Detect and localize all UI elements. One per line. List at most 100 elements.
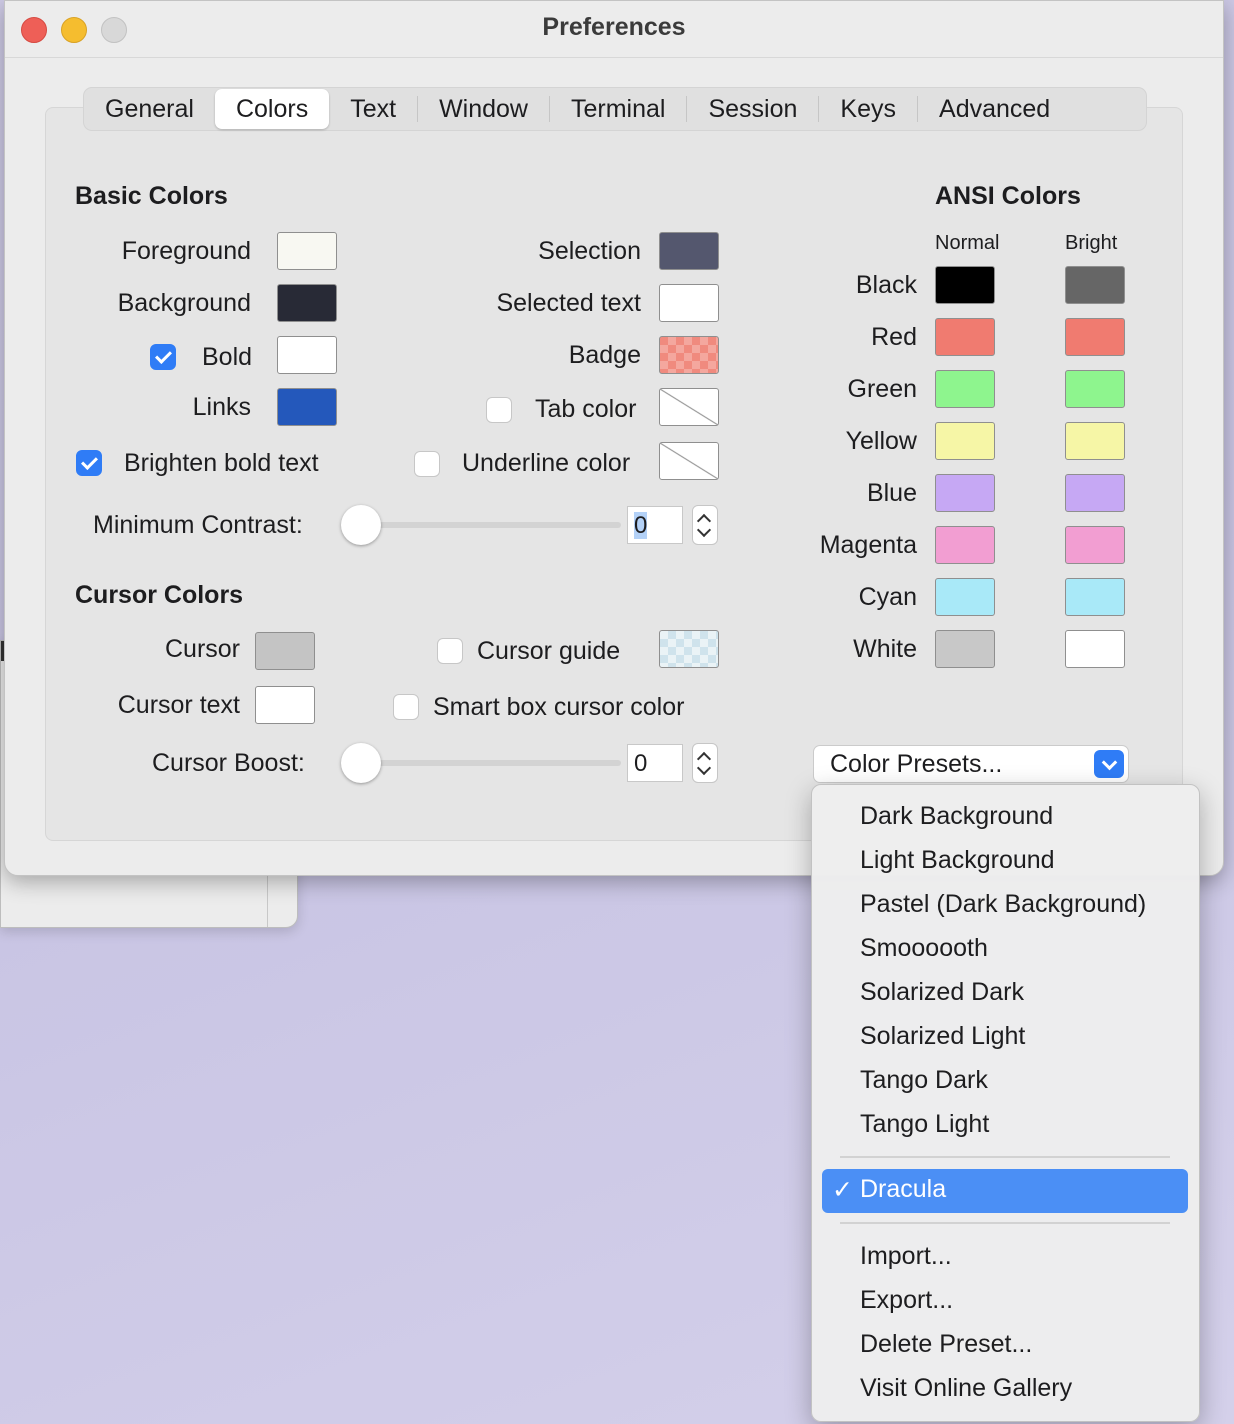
menu-item-tango-light[interactable]: Tango Light bbox=[860, 1110, 989, 1139]
ansi-green-label: Green bbox=[847, 375, 917, 403]
ansi-white-bright-swatch[interactable] bbox=[1065, 630, 1125, 668]
cursor-guide-label: Cursor guide bbox=[477, 637, 621, 665]
ansi-cyan-normal-swatch[interactable] bbox=[935, 578, 995, 616]
menu-item-smoooooth[interactable]: Smoooooth bbox=[860, 934, 988, 963]
chevron-down-icon[interactable] bbox=[696, 522, 712, 538]
smart-box-cursor-checkbox[interactable] bbox=[393, 694, 419, 720]
tab-text[interactable]: Text bbox=[329, 89, 417, 129]
cursor-boost-track[interactable] bbox=[357, 760, 621, 766]
ansi-normal-header: Normal bbox=[935, 232, 1000, 254]
ansi-green-normal-swatch[interactable] bbox=[935, 370, 995, 408]
links-swatch[interactable] bbox=[277, 388, 337, 426]
links-label: Links bbox=[192, 393, 251, 421]
menu-item-delete-preset[interactable]: Delete Preset... bbox=[860, 1330, 1032, 1359]
selection-swatch[interactable] bbox=[659, 232, 719, 270]
menu-item-dark-background[interactable]: Dark Background bbox=[860, 802, 1053, 831]
cursor-guide-checkbox[interactable] bbox=[437, 638, 463, 664]
tab-window[interactable]: Window bbox=[418, 89, 549, 129]
minimum-contrast-value: 0 bbox=[634, 512, 648, 539]
badge-swatch[interactable] bbox=[659, 336, 719, 374]
minimum-contrast-slider-knob[interactable] bbox=[341, 505, 381, 545]
ansi-black-normal-swatch[interactable] bbox=[935, 266, 995, 304]
ansi-cyan-label: Cyan bbox=[858, 583, 917, 611]
bold-swatch[interactable] bbox=[277, 336, 337, 374]
brighten-bold-checkbox[interactable] bbox=[76, 450, 102, 476]
tab-terminal[interactable]: Terminal bbox=[550, 89, 686, 129]
underline-color-swatch[interactable] bbox=[659, 442, 719, 480]
minimum-contrast-label: Minimum Contrast: bbox=[93, 511, 303, 539]
menu-item-solarized-light[interactable]: Solarized Light bbox=[860, 1022, 1025, 1051]
menu-item-solarized-dark[interactable]: Solarized Dark bbox=[860, 978, 1024, 1007]
cursor-text-swatch[interactable] bbox=[255, 686, 315, 724]
menu-item-import[interactable]: Import... bbox=[860, 1242, 952, 1271]
ansi-magenta-bright-swatch[interactable] bbox=[1065, 526, 1125, 564]
background-swatch[interactable] bbox=[277, 284, 337, 322]
ansi-magenta-label: Magenta bbox=[819, 531, 917, 559]
ansi-blue-label: Blue bbox=[866, 479, 917, 507]
minimum-contrast-stepper[interactable] bbox=[692, 505, 718, 545]
menu-item-export[interactable]: Export... bbox=[860, 1286, 953, 1315]
menu-item-pastel[interactable]: Pastel (Dark Background) bbox=[860, 890, 1146, 919]
color-presets-popup[interactable]: Color Presets... bbox=[813, 745, 1129, 783]
smart-box-cursor-label: Smart box cursor color bbox=[433, 693, 685, 721]
tab-advanced[interactable]: Advanced bbox=[918, 89, 1071, 129]
checkmark-icon: ✓ bbox=[832, 1176, 853, 1204]
ansi-blue-bright-swatch[interactable] bbox=[1065, 474, 1125, 512]
cursor-guide-swatch[interactable] bbox=[659, 630, 719, 668]
tab-color-checkbox[interactable] bbox=[486, 397, 512, 423]
menu-item-dracula-label: Dracula bbox=[860, 1175, 947, 1203]
selection-label: Selection bbox=[538, 237, 641, 265]
cursor-boost-slider-knob[interactable] bbox=[341, 743, 381, 783]
ansi-yellow-normal-swatch[interactable] bbox=[935, 422, 995, 460]
ansi-black-bright-swatch[interactable] bbox=[1065, 266, 1125, 304]
background-label: Background bbox=[117, 289, 251, 317]
brighten-bold-label: Brighten bold text bbox=[124, 449, 319, 477]
ansi-green-bright-swatch[interactable] bbox=[1065, 370, 1125, 408]
color-presets-label: Color Presets... bbox=[830, 750, 1003, 778]
ansi-red-normal-swatch[interactable] bbox=[935, 318, 995, 356]
tab-color-swatch[interactable] bbox=[659, 388, 719, 426]
cursor-boost-field[interactable]: 0 bbox=[627, 744, 683, 782]
tab-keys[interactable]: Keys bbox=[819, 89, 917, 129]
title-bar: Preferences bbox=[5, 1, 1223, 58]
ansi-cyan-bright-swatch[interactable] bbox=[1065, 578, 1125, 616]
ansi-magenta-normal-swatch[interactable] bbox=[935, 526, 995, 564]
menu-item-light-background[interactable]: Light Background bbox=[860, 846, 1055, 875]
bold-checkbox[interactable] bbox=[150, 344, 176, 370]
selected-text-label: Selected text bbox=[496, 289, 641, 317]
cursor-boost-stepper[interactable] bbox=[692, 743, 718, 783]
tab-general[interactable]: General bbox=[84, 89, 215, 129]
minimum-contrast-track[interactable] bbox=[357, 522, 621, 528]
cursor-label: Cursor bbox=[164, 635, 240, 663]
menu-separator bbox=[840, 1222, 1170, 1224]
minimum-contrast-field[interactable]: 0 bbox=[627, 506, 683, 544]
underline-color-label: Underline color bbox=[462, 449, 631, 477]
ansi-yellow-bright-swatch[interactable] bbox=[1065, 422, 1125, 460]
menu-item-tango-dark[interactable]: Tango Dark bbox=[860, 1066, 988, 1095]
menu-separator bbox=[840, 1156, 1170, 1158]
menu-item-visit-online-gallery[interactable]: Visit Online Gallery bbox=[860, 1374, 1072, 1403]
menu-item-dracula[interactable]: ✓ Dracula bbox=[822, 1169, 1188, 1213]
cursor-boost-label: Cursor Boost: bbox=[152, 749, 305, 777]
ansi-yellow-label: Yellow bbox=[845, 427, 917, 455]
preferences-window: Preferences General Colors Text Window T… bbox=[4, 0, 1224, 876]
basic-colors-header: Basic Colors bbox=[75, 182, 228, 210]
selected-text-swatch[interactable] bbox=[659, 284, 719, 322]
chevron-down-icon[interactable] bbox=[696, 760, 712, 776]
bold-label: Bold bbox=[202, 343, 253, 371]
ansi-bright-header: Bright bbox=[1065, 232, 1118, 254]
chevron-down-icon[interactable] bbox=[1094, 750, 1124, 778]
cursor-colors-header: Cursor Colors bbox=[75, 581, 244, 609]
ansi-white-normal-swatch[interactable] bbox=[935, 630, 995, 668]
cursor-swatch[interactable] bbox=[255, 632, 315, 670]
tab-colors[interactable]: Colors bbox=[214, 89, 330, 129]
cursor-text-label: Cursor text bbox=[117, 691, 240, 719]
foreground-swatch[interactable] bbox=[277, 232, 337, 270]
tab-session[interactable]: Session bbox=[687, 89, 818, 129]
color-presets-menu: Dark Background Light Background Pastel … bbox=[811, 784, 1200, 1422]
ansi-blue-normal-swatch[interactable] bbox=[935, 474, 995, 512]
underline-color-checkbox[interactable] bbox=[414, 451, 440, 477]
ansi-black-label: Black bbox=[855, 271, 917, 299]
ansi-red-bright-swatch[interactable] bbox=[1065, 318, 1125, 356]
window-title: Preferences bbox=[542, 13, 686, 41]
